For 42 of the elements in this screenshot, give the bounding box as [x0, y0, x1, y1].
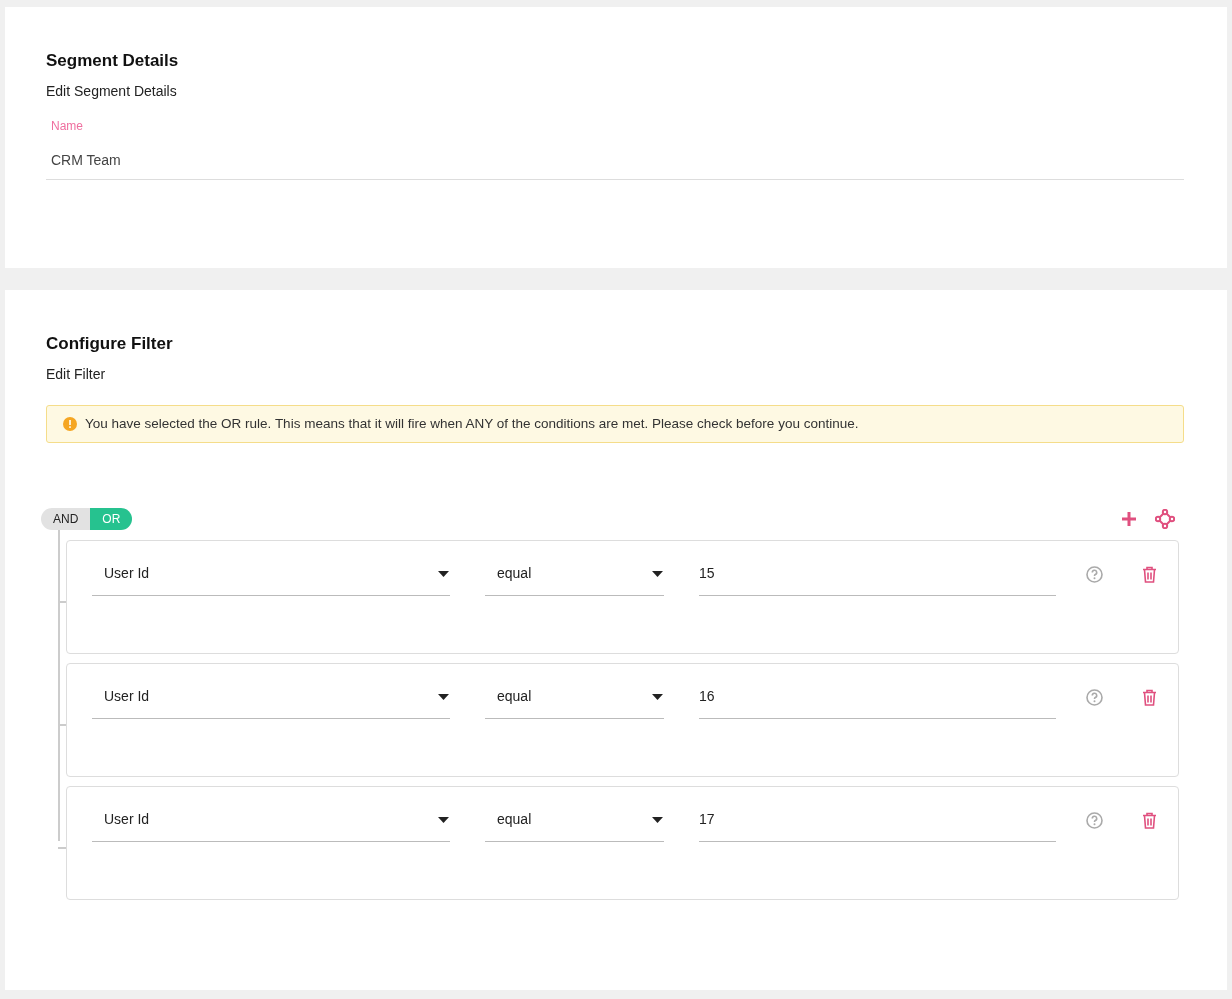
select-value: equal [497, 810, 532, 829]
help-icon[interactable] [1086, 566, 1103, 583]
input-value: 15 [699, 564, 715, 583]
add-icon[interactable] [1121, 511, 1137, 527]
select-value: User Id [104, 810, 150, 829]
select-value: equal [497, 687, 532, 706]
select-value: equal [497, 564, 532, 583]
section-title: Configure Filter [46, 333, 174, 355]
value-input[interactable]: 16 [699, 685, 1056, 719]
combinator-toggle[interactable]: AND [41, 508, 91, 530]
caret-icon [652, 693, 663, 700]
section-title: Segment Details [46, 50, 180, 72]
field-label: Name [51, 118, 84, 134]
caret-icon [652, 816, 663, 823]
caret-icon [438, 816, 449, 823]
input-value: 17 [699, 810, 715, 829]
field-select[interactable]: User Id [92, 685, 450, 719]
operator-select[interactable]: equal [485, 562, 664, 596]
input-value: 16 [699, 687, 715, 706]
select-value: User Id [104, 564, 150, 583]
select-value: User Id [104, 687, 150, 706]
name-field[interactable]: Name CRM Team [46, 118, 1184, 180]
caret-icon [652, 570, 663, 577]
operator-select[interactable]: equal [485, 808, 664, 842]
operator-select[interactable]: equal [485, 685, 664, 719]
caret-icon [438, 570, 449, 577]
field-value: CRM Team [51, 151, 122, 169]
field-select[interactable]: User Id [92, 808, 450, 842]
help-icon[interactable] [1086, 689, 1103, 706]
section-subtitle: Edit Segment Details [46, 82, 178, 100]
warning-icon [63, 417, 77, 431]
trash-icon[interactable] [1142, 566, 1157, 583]
field-select[interactable]: User Id [92, 562, 450, 596]
alert-text: You have selected the OR rule. This means that it will fire when ANY of the conditions are met. Please check before you continue. [85, 414, 859, 433]
value-input[interactable]: 15 [699, 562, 1056, 596]
section-subtitle: Edit Filter [46, 365, 107, 383]
network-icon[interactable] [1155, 509, 1175, 529]
trash-icon[interactable] [1142, 689, 1157, 706]
trash-icon[interactable] [1142, 812, 1157, 829]
caret-icon [438, 693, 449, 700]
help-icon[interactable] [1086, 812, 1103, 829]
value-input[interactable]: 17 [699, 808, 1056, 842]
